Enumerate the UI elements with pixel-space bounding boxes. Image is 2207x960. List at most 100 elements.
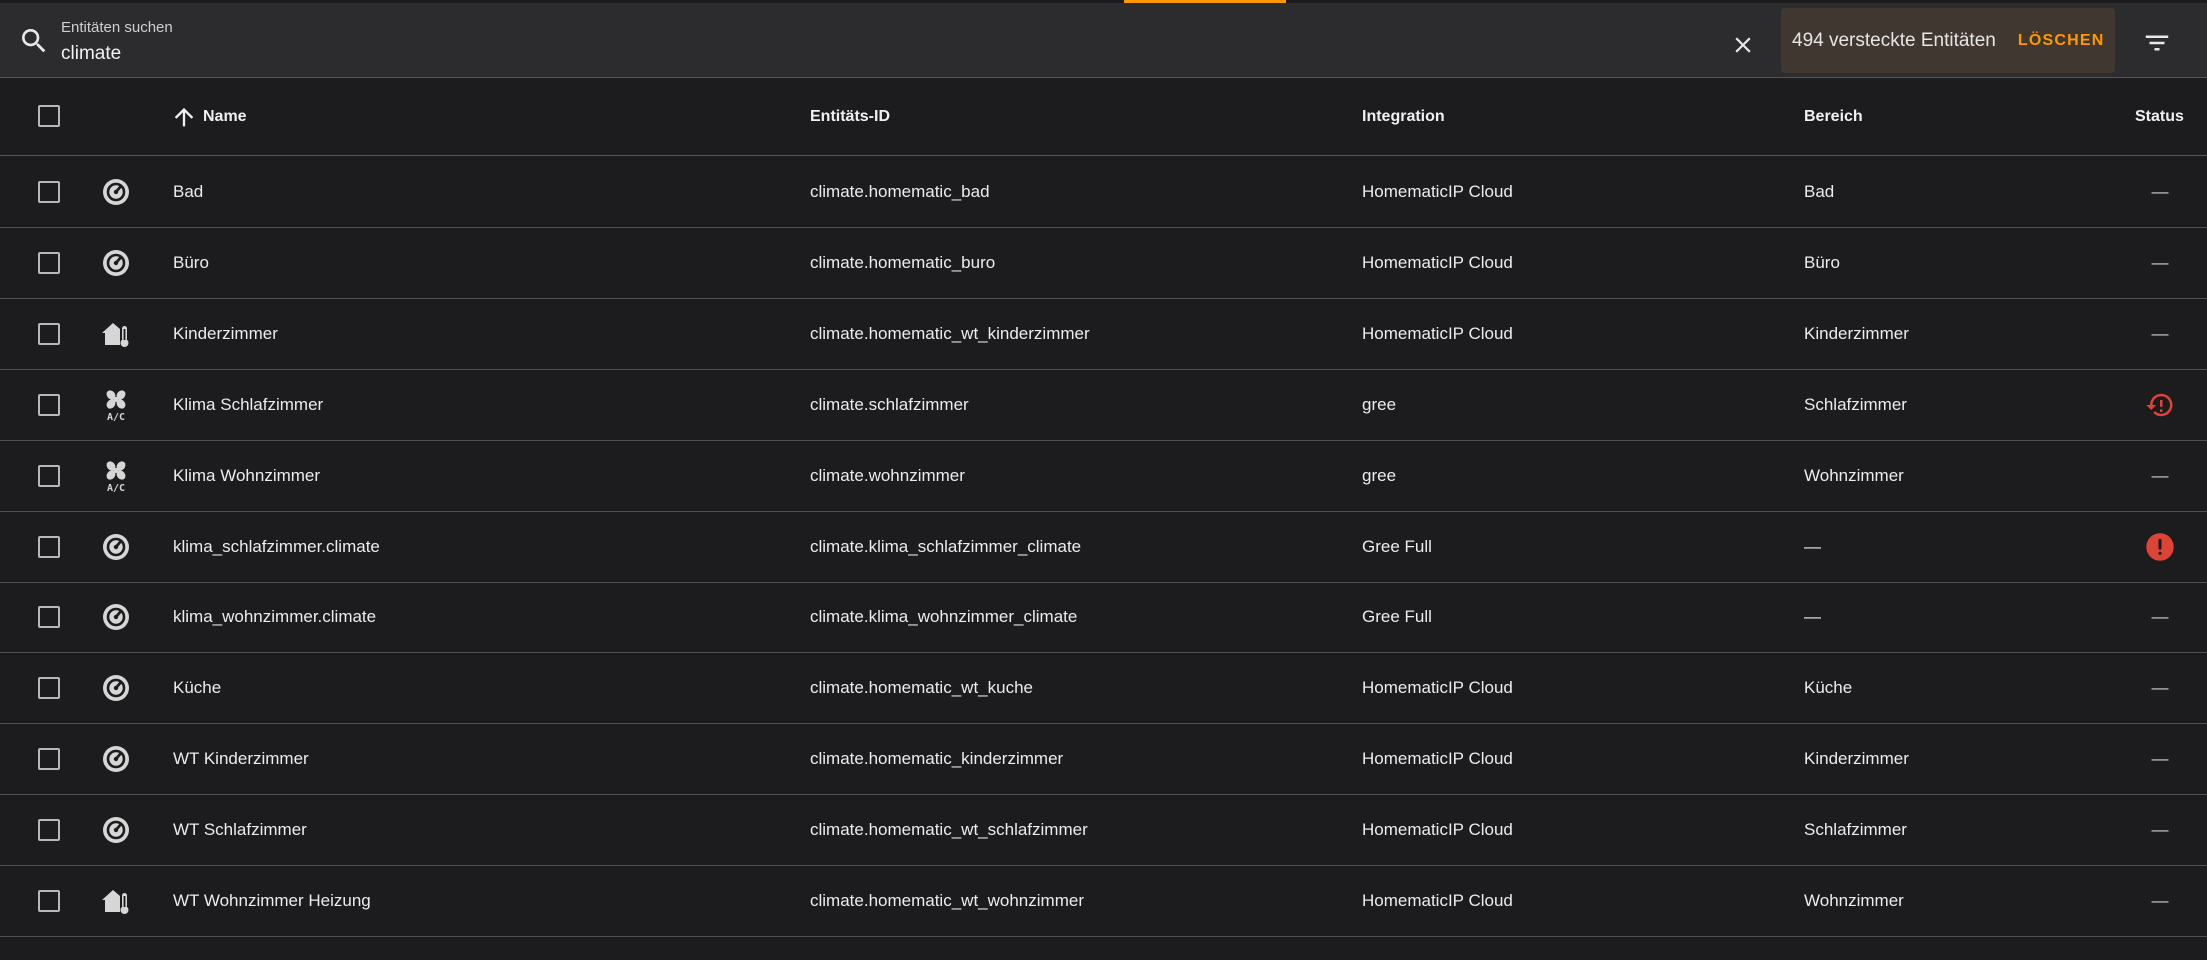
row-checkbox[interactable] [38, 748, 60, 771]
entity-name: Klima Schlafzimmer [173, 394, 324, 414]
integration-name: HomematicIP Cloud [1362, 323, 1513, 343]
entity-name: Büro [173, 252, 209, 272]
entity-name: Küche [173, 678, 222, 698]
table-row[interactable]: Küche climate.homematic_wt_kuche Homematic… [0, 653, 2207, 725]
area-name: Wohnzimmer [1804, 465, 1904, 485]
table-row[interactable]: klima_wohnzimmer.climate climate.klima_wo… [0, 582, 2207, 654]
integration-name: HomematicIP Cloud [1362, 749, 1513, 769]
status-text: — [2151, 323, 2169, 343]
area-name: Büro [1804, 252, 1840, 272]
svg-text:A/C: A/C [107, 483, 125, 492]
column-header-name[interactable]: Name [170, 79, 247, 155]
status-value: — [2136, 441, 2184, 511]
status-value: — [2136, 228, 2184, 298]
search-icon [22, 29, 46, 53]
status-value: — [2136, 795, 2184, 865]
entity-name: WT Kinderzimmer [173, 749, 309, 769]
integration-name: HomematicIP Cloud [1362, 891, 1513, 910]
status-text: — [2151, 678, 2169, 698]
svg-text:A/C: A/C [107, 412, 125, 421]
integration-name: HomematicIP Cloud [1362, 182, 1513, 201]
filter-button[interactable] [2137, 23, 2177, 63]
alert-circle-icon [2136, 512, 2184, 582]
table-row[interactable]: WT Wohnzimmer Heizung climate.homematic_w… [0, 866, 2207, 937]
status-text: — [2151, 252, 2169, 272]
entity-name: klima_wohnzimmer.climate [173, 607, 377, 627]
table-row[interactable]: WT Kinderzimmer climate.homematic_kinderz… [0, 724, 2207, 796]
entity-id: climate.homematic_wt_kuche [810, 678, 1033, 698]
thermostat-icon [100, 672, 132, 704]
status-text: — [2151, 607, 2169, 627]
table-row[interactable]: klima_schlafzimmer.climate climate.klima_… [0, 512, 2207, 583]
entity-id: climate.homematic_bad [810, 182, 990, 201]
clear-search-button[interactable] [1723, 25, 1763, 65]
entity-id: climate.klima_wohnzimmer_climate [810, 607, 1078, 627]
search-input[interactable] [61, 39, 1661, 69]
row-checkbox[interactable] [38, 677, 60, 700]
entity-id: climate.homematic_wt_wohnzimmer [810, 891, 1084, 910]
thermostat-icon [100, 814, 132, 846]
integration-name: gree [1362, 465, 1397, 485]
row-checkbox[interactable] [38, 819, 60, 842]
status-value: — [2136, 299, 2184, 369]
row-checkbox[interactable] [38, 393, 60, 416]
row-checkbox[interactable] [38, 890, 60, 912]
home-thermometer-icon [100, 318, 132, 350]
clear-filter-button[interactable]: LÖSCHEN [2018, 32, 2105, 50]
status-text: — [2151, 891, 2169, 910]
thermostat-icon [100, 601, 132, 633]
area-name: Kinderzimmer [1804, 323, 1909, 343]
row-checkbox[interactable] [38, 322, 60, 345]
area-name: Bad [1804, 182, 1835, 201]
table-row[interactable]: WT Schlafzimmer climate.homematic_wt_schl… [0, 795, 2207, 867]
air-conditioner-icon: A/C [100, 460, 132, 494]
arrow-up-icon [174, 107, 194, 127]
column-header-area[interactable]: Bereich [1804, 79, 1863, 155]
integration-name: HomematicIP Cloud [1362, 678, 1513, 698]
status-text: — [2151, 182, 2169, 201]
column-header-name-label: Name [203, 108, 247, 125]
area-name: Kinderzimmer [1804, 749, 1909, 769]
entity-name: klima_schlafzimmer.climate [173, 536, 380, 556]
status-text: — [2151, 465, 2169, 485]
entity-name: Klima Wohnzimmer [173, 465, 321, 485]
thermostat-icon [100, 176, 132, 208]
integration-name: HomematicIP Cloud [1362, 252, 1513, 272]
integration-name: Gree Full [1362, 607, 1432, 627]
column-header-entity-id[interactable]: Entitäts-ID [810, 79, 890, 155]
status-text: — [2151, 820, 2169, 840]
status-value: — [2136, 582, 2184, 652]
thermostat-icon [100, 531, 132, 563]
select-all-checkbox[interactable] [38, 105, 60, 127]
entity-id: climate.homematic_kinderzimmer [810, 749, 1064, 769]
area-name: — [1804, 536, 1821, 556]
restore-alert-icon [2136, 370, 2184, 440]
area-name: Schlafzimmer [1804, 820, 1907, 840]
search-label: Entitäten suchen [61, 19, 173, 36]
thermostat-icon [100, 247, 132, 279]
row-checkbox[interactable] [38, 251, 60, 274]
area-name: Wohnzimmer [1804, 891, 1904, 910]
table-row[interactable]: Bad climate.homematic_bad HomematicIP Clou… [0, 157, 2207, 228]
entity-id: climate.wohnzimmer [810, 465, 965, 485]
entity-id: climate.klima_schlafzimmer_climate [810, 536, 1082, 556]
table-row[interactable]: A/C Klima Schlafzimmer climate.schlafzimm… [0, 370, 2207, 441]
row-checkbox[interactable] [38, 606, 60, 629]
home-thermometer-icon [100, 885, 132, 917]
column-header-status[interactable]: Status [2135, 79, 2184, 155]
entity-id: climate.schlafzimmer [810, 394, 969, 414]
status-value: — [2136, 866, 2184, 936]
integration-name: Gree Full [1362, 536, 1432, 556]
status-text: — [2151, 749, 2169, 769]
row-checkbox[interactable] [38, 535, 60, 558]
filter-icon [2145, 35, 2169, 51]
column-header-integration[interactable]: Integration [1362, 79, 1445, 155]
thermostat-icon [100, 743, 132, 775]
search-toolbar: Entitäten suchen 494 versteckte Entitäte… [0, 3, 2207, 78]
entity-name: WT Schlafzimmer [173, 820, 307, 840]
table-row[interactable]: A/C Klima Wohnzimmer climate.wohnzimmer gr… [0, 441, 2207, 512]
row-checkbox[interactable] [38, 464, 60, 487]
table-row[interactable]: Kinderzimmer climate.homematic_wt_kinderz… [0, 299, 2207, 370]
table-row[interactable]: Büro climate.homematic_buro HomematicIP Cl… [0, 228, 2207, 299]
row-checkbox[interactable] [38, 181, 60, 203]
